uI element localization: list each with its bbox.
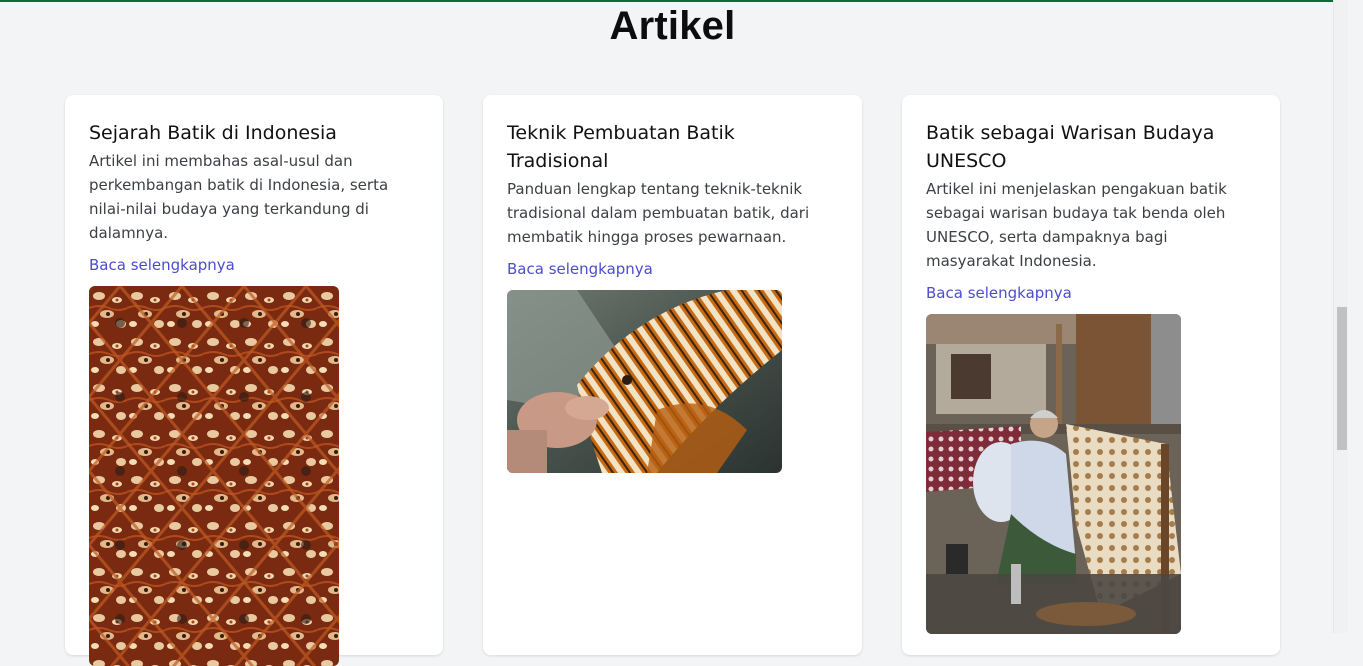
read-more-link[interactable]: Baca selengkapnya bbox=[89, 253, 235, 277]
article-card: Batik sebagai Warisan Budaya UNESCO Arti… bbox=[902, 95, 1280, 655]
top-accent-line bbox=[0, 0, 1348, 2]
article-card: Teknik Pembuatan Batik Tradisional Pandu… bbox=[483, 95, 862, 655]
article-image bbox=[89, 286, 339, 666]
article-description: Artikel ini membahas asal-usul dan perke… bbox=[89, 152, 389, 242]
read-more-link[interactable]: Baca selengkapnya bbox=[507, 257, 653, 281]
page: Artikel Sejarah Batik di Indonesia Artik… bbox=[0, 0, 1348, 666]
article-title: Batik sebagai Warisan Budaya UNESCO bbox=[926, 122, 1215, 172]
page-scrollbar[interactable] bbox=[1333, 0, 1348, 633]
page-title: Artikel bbox=[609, 4, 736, 48]
article-title: Sejarah Batik di Indonesia bbox=[89, 122, 337, 144]
scrollbar-thumb[interactable] bbox=[1337, 307, 1347, 450]
article-description: Artikel ini menjelaskan pengakuan batik … bbox=[926, 180, 1227, 270]
article-image bbox=[926, 314, 1181, 634]
article-card: Sejarah Batik di Indonesia Artikel ini m… bbox=[65, 95, 443, 666]
article-description: Panduan lengkap tentang teknik-teknik tr… bbox=[507, 180, 810, 246]
read-more-link[interactable]: Baca selengkapnya bbox=[926, 281, 1072, 305]
article-image bbox=[507, 290, 782, 473]
article-title: Teknik Pembuatan Batik Tradisional bbox=[507, 122, 735, 172]
